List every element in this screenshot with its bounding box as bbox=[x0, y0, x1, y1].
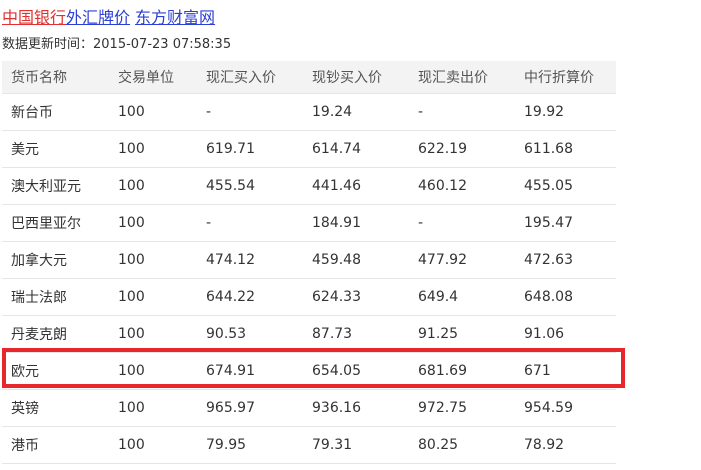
cell-unit: 100 bbox=[109, 204, 197, 242]
table-header-row: 货币名称 交易单位 现汇买入价 现钞买入价 现汇卖出价 中行折算价 bbox=[2, 61, 616, 94]
table-row: 巴西里亚尔 100 - 184.91 - 195.47 bbox=[2, 204, 616, 242]
cell-spot-buy: 674.91 bbox=[197, 352, 303, 390]
cell-boc-rate: 78.92 bbox=[515, 426, 616, 464]
exchange-rate-table: 货币名称 交易单位 现汇买入价 现钞买入价 现汇卖出价 中行折算价 新台币 10… bbox=[2, 61, 616, 464]
cell-spot-buy: - bbox=[197, 93, 303, 131]
table-row: 瑞士法郎 100 644.22 624.33 649.4 648.08 bbox=[2, 278, 616, 316]
table-header: 货币名称 交易单位 现汇买入价 现钞买入价 现汇卖出价 中行折算价 bbox=[2, 61, 616, 94]
cell-boc-rate: 455.05 bbox=[515, 167, 616, 205]
cell-spot-sell: 460.12 bbox=[409, 167, 515, 205]
cell-boc-rate: 611.68 bbox=[515, 130, 616, 168]
cell-cash-buy: 19.24 bbox=[303, 93, 409, 131]
cell-spot-sell: 649.4 bbox=[409, 278, 515, 316]
cell-boc-rate: 91.06 bbox=[515, 315, 616, 353]
forex-rates-link[interactable]: 外汇牌价 bbox=[66, 8, 130, 27]
update-time-label: 数据更新时间： bbox=[2, 37, 94, 52]
cell-currency: 丹麦克朗 bbox=[2, 315, 109, 353]
cell-boc-rate: 671 bbox=[515, 352, 616, 390]
cell-unit: 100 bbox=[109, 130, 197, 168]
cell-unit: 100 bbox=[109, 426, 197, 464]
cell-cash-buy: 654.05 bbox=[303, 352, 409, 390]
table-row: 美元 100 619.71 614.74 622.19 611.68 bbox=[2, 130, 616, 168]
column-header-spot-sell: 现汇卖出价 bbox=[409, 61, 515, 94]
column-header-cash-buy: 现钞买入价 bbox=[303, 61, 409, 94]
cell-currency: 加拿大元 bbox=[2, 241, 109, 279]
cell-boc-rate: 954.59 bbox=[515, 389, 616, 427]
cell-spot-buy: 455.54 bbox=[197, 167, 303, 205]
cell-spot-buy: 619.71 bbox=[197, 130, 303, 168]
cell-spot-buy: - bbox=[197, 204, 303, 242]
cell-spot-sell: 972.75 bbox=[409, 389, 515, 427]
cell-currency: 欧元 bbox=[2, 352, 109, 390]
cell-spot-buy: 90.53 bbox=[197, 315, 303, 353]
cell-unit: 100 bbox=[109, 315, 197, 353]
table-row: 新台币 100 - 19.24 - 19.92 bbox=[2, 93, 616, 131]
cell-boc-rate: 472.63 bbox=[515, 241, 616, 279]
cell-unit: 100 bbox=[109, 167, 197, 205]
cell-cash-buy: 936.16 bbox=[303, 389, 409, 427]
column-header-spot-buy: 现汇买入价 bbox=[197, 61, 303, 94]
cell-unit: 100 bbox=[109, 93, 197, 131]
cell-unit: 100 bbox=[109, 278, 197, 316]
cell-spot-sell: 91.25 bbox=[409, 315, 515, 353]
cell-currency: 美元 bbox=[2, 130, 109, 168]
table-row: 港币 100 79.95 79.31 80.25 78.92 bbox=[2, 426, 616, 464]
cell-cash-buy: 79.31 bbox=[303, 426, 409, 464]
cell-spot-sell: 622.19 bbox=[409, 130, 515, 168]
cell-boc-rate: 195.47 bbox=[515, 204, 616, 242]
cell-currency: 澳大利亚元 bbox=[2, 167, 109, 205]
table-row: 加拿大元 100 474.12 459.48 477.92 472.63 bbox=[2, 241, 616, 279]
cell-spot-sell: 80.25 bbox=[409, 426, 515, 464]
cell-spot-sell: - bbox=[409, 93, 515, 131]
column-header-unit: 交易单位 bbox=[109, 61, 197, 94]
cell-spot-buy: 79.95 bbox=[197, 426, 303, 464]
cell-boc-rate: 648.08 bbox=[515, 278, 616, 316]
cell-spot-sell: 477.92 bbox=[409, 241, 515, 279]
cell-spot-buy: 474.12 bbox=[197, 241, 303, 279]
column-header-currency: 货币名称 bbox=[2, 61, 109, 94]
table-body: 新台币 100 - 19.24 - 19.92 美元 100 619.71 61… bbox=[2, 93, 616, 464]
cell-currency: 巴西里亚尔 bbox=[2, 204, 109, 242]
table-row: 澳大利亚元 100 455.54 441.46 460.12 455.05 bbox=[2, 167, 616, 205]
table-row: 英镑 100 965.97 936.16 972.75 954.59 bbox=[2, 389, 616, 427]
cell-cash-buy: 184.91 bbox=[303, 204, 409, 242]
table-row: 丹麦克朗 100 90.53 87.73 91.25 91.06 bbox=[2, 315, 616, 353]
cell-unit: 100 bbox=[109, 241, 197, 279]
cell-spot-buy: 644.22 bbox=[197, 278, 303, 316]
cell-spot-sell: - bbox=[409, 204, 515, 242]
cell-cash-buy: 624.33 bbox=[303, 278, 409, 316]
cell-cash-buy: 614.74 bbox=[303, 130, 409, 168]
update-time-value: 2015-07-23 07:58:35 bbox=[93, 37, 232, 52]
column-header-boc-rate: 中行折算价 bbox=[515, 61, 616, 94]
cell-spot-buy: 965.97 bbox=[197, 389, 303, 427]
eastmoney-link[interactable]: 东方财富网 bbox=[135, 8, 215, 27]
cell-currency: 英镑 bbox=[2, 389, 109, 427]
cell-cash-buy: 87.73 bbox=[303, 315, 409, 353]
table-row-highlighted: 欧元 100 674.91 654.05 681.69 671 bbox=[2, 352, 616, 390]
cell-unit: 100 bbox=[109, 352, 197, 390]
cell-unit: 100 bbox=[109, 389, 197, 427]
cell-cash-buy: 459.48 bbox=[303, 241, 409, 279]
cell-currency: 瑞士法郎 bbox=[2, 278, 109, 316]
boc-link[interactable]: 中国银行 bbox=[2, 8, 66, 27]
cell-cash-buy: 441.46 bbox=[303, 167, 409, 205]
cell-boc-rate: 19.92 bbox=[515, 93, 616, 131]
cell-spot-sell: 681.69 bbox=[409, 352, 515, 390]
cell-currency: 新台币 bbox=[2, 93, 109, 131]
cell-currency: 港币 bbox=[2, 426, 109, 464]
page-title: 中国银行外汇牌价 东方财富网 bbox=[2, 7, 215, 29]
update-time: 数据更新时间：2015-07-23 07:58:35 bbox=[2, 35, 231, 55]
